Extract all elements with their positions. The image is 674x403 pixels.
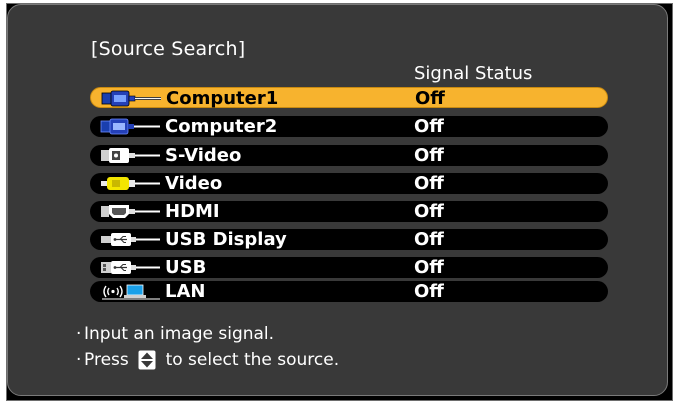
source-name: Computer1 xyxy=(166,88,279,109)
usb-plug-icon xyxy=(101,261,160,274)
instruction-press-text: Press xyxy=(84,350,129,370)
source-row-usb[interactable]: USB Off xyxy=(90,257,608,278)
source-status: Off xyxy=(414,257,444,278)
source-row-usb-display[interactable]: USB Display Off xyxy=(90,229,608,250)
source-status: Off xyxy=(415,88,445,109)
instruction-select-text: to select the source. xyxy=(165,350,340,370)
source-name: Video xyxy=(165,173,223,194)
s-video-plug-icon xyxy=(101,148,160,163)
instruction-line-2: · Press to select the source. xyxy=(76,350,340,370)
source-status: Off xyxy=(414,116,444,137)
usb-plug-icon xyxy=(101,233,160,246)
source-row-computer1[interactable]: Computer1 Off xyxy=(90,87,608,109)
wireless-lan-icon xyxy=(102,284,160,300)
projector-screen: [Source Search] Signal Status Computer1 … xyxy=(6,3,673,401)
source-status: Off xyxy=(414,281,444,302)
dialog-title: [Source Search] xyxy=(91,38,246,60)
up-down-arrow-icon xyxy=(138,350,156,370)
signal-status-header: Signal Status xyxy=(414,63,533,84)
instruction-text: Input an image signal. xyxy=(84,324,275,344)
computer-port-icon xyxy=(101,90,161,107)
source-name: HDMI xyxy=(165,201,220,222)
source-status: Off xyxy=(414,201,444,222)
source-row-hdmi[interactable]: HDMI Off xyxy=(90,201,608,222)
source-name: USB Display xyxy=(165,229,287,250)
rca-video-plug-icon xyxy=(101,177,160,190)
instruction-line-1: · Input an image signal. xyxy=(76,324,275,344)
source-row-video[interactable]: Video Off xyxy=(90,173,608,194)
source-name: S-Video xyxy=(165,145,242,166)
computer-port-icon xyxy=(100,118,160,135)
source-status: Off xyxy=(414,229,444,250)
source-row-lan[interactable]: LAN Off xyxy=(90,281,608,302)
source-name: Computer2 xyxy=(165,116,278,137)
hdmi-plug-icon xyxy=(101,205,160,218)
source-name: LAN xyxy=(165,281,206,302)
source-row-computer2[interactable]: Computer2 Off xyxy=(90,116,608,137)
source-row-s-video[interactable]: S-Video Off xyxy=(90,145,608,166)
source-search-dialog: [Source Search] Signal Status Computer1 … xyxy=(7,4,668,396)
source-status: Off xyxy=(414,145,444,166)
source-name: USB xyxy=(165,257,207,278)
source-status: Off xyxy=(414,173,444,194)
